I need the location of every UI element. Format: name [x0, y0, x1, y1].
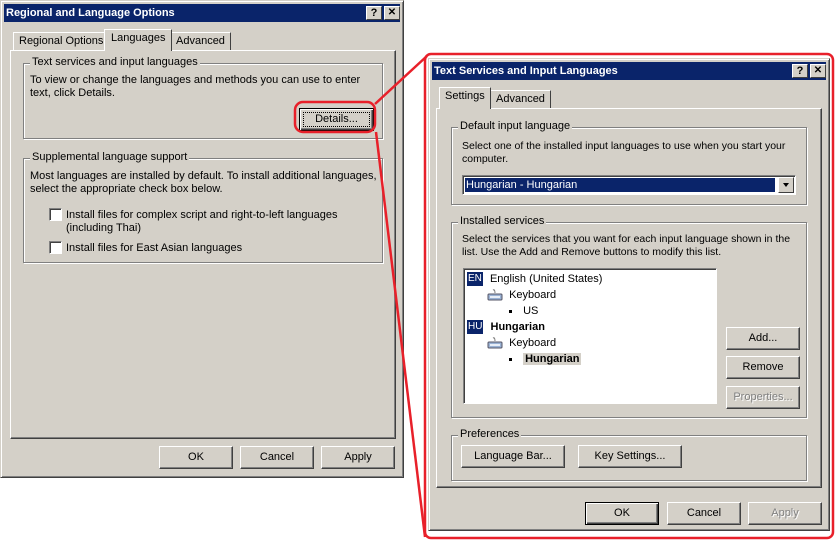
details-button[interactable]: Details... [299, 108, 374, 131]
supplemental-description-line1: Most languages are installed by default.… [30, 170, 377, 182]
language-badge-hu: HU [467, 320, 484, 334]
tree-item-english-keyboard[interactable]: Keyboard [487, 287, 556, 303]
tree-item-layout-us[interactable]: US [509, 303, 538, 319]
installed-services-tree[interactable]: EN English (United States) Keyboard US H… [463, 268, 717, 404]
text-services-dialog: Text Services and Input Languages ? ✕ Se… [428, 58, 830, 531]
supplemental-description-line2: select the appropriate check box below. [30, 183, 223, 195]
default-input-description-line1: Select one of the installed input langua… [462, 140, 786, 152]
default-input-language-dropdown[interactable]: Hungarian - Hungarian [462, 175, 796, 195]
apply-button: Apply [748, 502, 822, 525]
tree-item-hungarian[interactable]: HU Hungarian [467, 319, 545, 335]
complex-script-checkbox-label-line2[interactable]: (including Thai) [66, 222, 141, 235]
tab-languages[interactable]: Languages [104, 29, 173, 51]
languages-tab-panel: Text services and input languages To vie… [10, 50, 396, 439]
installed-services-description-line1: Select the services that you want for ea… [462, 233, 791, 245]
details-button-label: Details... [315, 113, 358, 125]
ok-button[interactable]: OK [159, 446, 233, 469]
layout-name: US [523, 305, 539, 317]
tree-item-english[interactable]: EN English (United States) [467, 271, 602, 287]
installed-services-group-label: Installed services [458, 215, 547, 227]
settings-tab-panel: Default input language Select one of the… [436, 108, 822, 488]
close-button[interactable]: ✕ [384, 6, 400, 20]
add-button[interactable]: Add... [726, 327, 800, 350]
properties-button: Properties... [726, 386, 800, 409]
apply-button[interactable]: Apply [321, 446, 395, 469]
east-asian-checkbox-label[interactable]: Install files for East Asian languages [66, 242, 242, 255]
keyboard-icon [487, 337, 503, 349]
preferences-group: Preferences Language Bar... Key Settings… [451, 428, 807, 481]
bullet-icon [509, 357, 512, 361]
layout-name-selected: Hungarian [523, 353, 582, 365]
installed-services-description-line2: list. Use the Add and Remove buttons to … [462, 246, 722, 258]
language-bar-button[interactable]: Language Bar... [461, 445, 565, 468]
chevron-down-icon[interactable] [778, 177, 794, 193]
dialog-title: Text Services and Input Languages [434, 65, 618, 77]
supplemental-language-group: Supplemental language support Most langu… [23, 151, 383, 263]
tab-advanced[interactable]: Advanced [170, 32, 231, 51]
remove-button[interactable]: Remove [726, 356, 800, 379]
text-services-description-line1: To view or change the languages and meth… [30, 74, 361, 86]
language-name: Hungarian [490, 321, 545, 333]
east-asian-checkbox[interactable] [49, 241, 62, 254]
language-badge-en: EN [467, 272, 483, 286]
service-name: Keyboard [509, 337, 557, 349]
language-name: English (United States) [489, 273, 603, 285]
complex-script-checkbox-label-line1[interactable]: Install files for complex script and rig… [66, 209, 337, 222]
tree-item-layout-hungarian[interactable]: Hungarian [509, 351, 582, 367]
help-button[interactable]: ? [366, 6, 382, 20]
tab-regional-options[interactable]: Regional Options [13, 32, 110, 51]
bullet-icon [509, 309, 512, 313]
preferences-group-label: Preferences [458, 428, 522, 440]
tree-item-hungarian-keyboard[interactable]: Keyboard [487, 335, 556, 351]
close-button[interactable]: ✕ [810, 64, 826, 78]
default-input-language-group: Default input language Select one of the… [451, 120, 807, 205]
supplemental-group-label: Supplemental language support [30, 151, 190, 163]
default-input-description-line2: computer. [462, 153, 509, 165]
service-name: Keyboard [509, 289, 557, 301]
help-button[interactable]: ? [792, 64, 808, 78]
text-services-group-label: Text services and input languages [30, 56, 200, 68]
tab-settings[interactable]: Settings [439, 87, 491, 109]
text-services-description-line2: text, click Details. [30, 87, 115, 99]
installed-services-group: Installed services Select the services t… [451, 215, 807, 418]
key-settings-button[interactable]: Key Settings... [578, 445, 682, 468]
cancel-button[interactable]: Cancel [667, 502, 741, 525]
title-bar: Text Services and Input Languages ? ✕ [432, 62, 826, 80]
title-bar: Regional and Language Options ? ✕ [4, 4, 400, 22]
default-input-group-label: Default input language [458, 120, 573, 132]
default-input-language-value: Hungarian - Hungarian [464, 177, 776, 193]
keyboard-icon [487, 289, 503, 301]
cancel-button[interactable]: Cancel [240, 446, 314, 469]
complex-script-checkbox[interactable] [49, 208, 62, 221]
tab-advanced[interactable]: Advanced [490, 90, 551, 109]
dialog-title: Regional and Language Options [6, 7, 175, 19]
text-services-group: Text services and input languages To vie… [23, 56, 383, 139]
regional-language-options-dialog: Regional and Language Options ? ✕ Region… [0, 0, 404, 478]
ok-button[interactable]: OK [585, 502, 659, 525]
